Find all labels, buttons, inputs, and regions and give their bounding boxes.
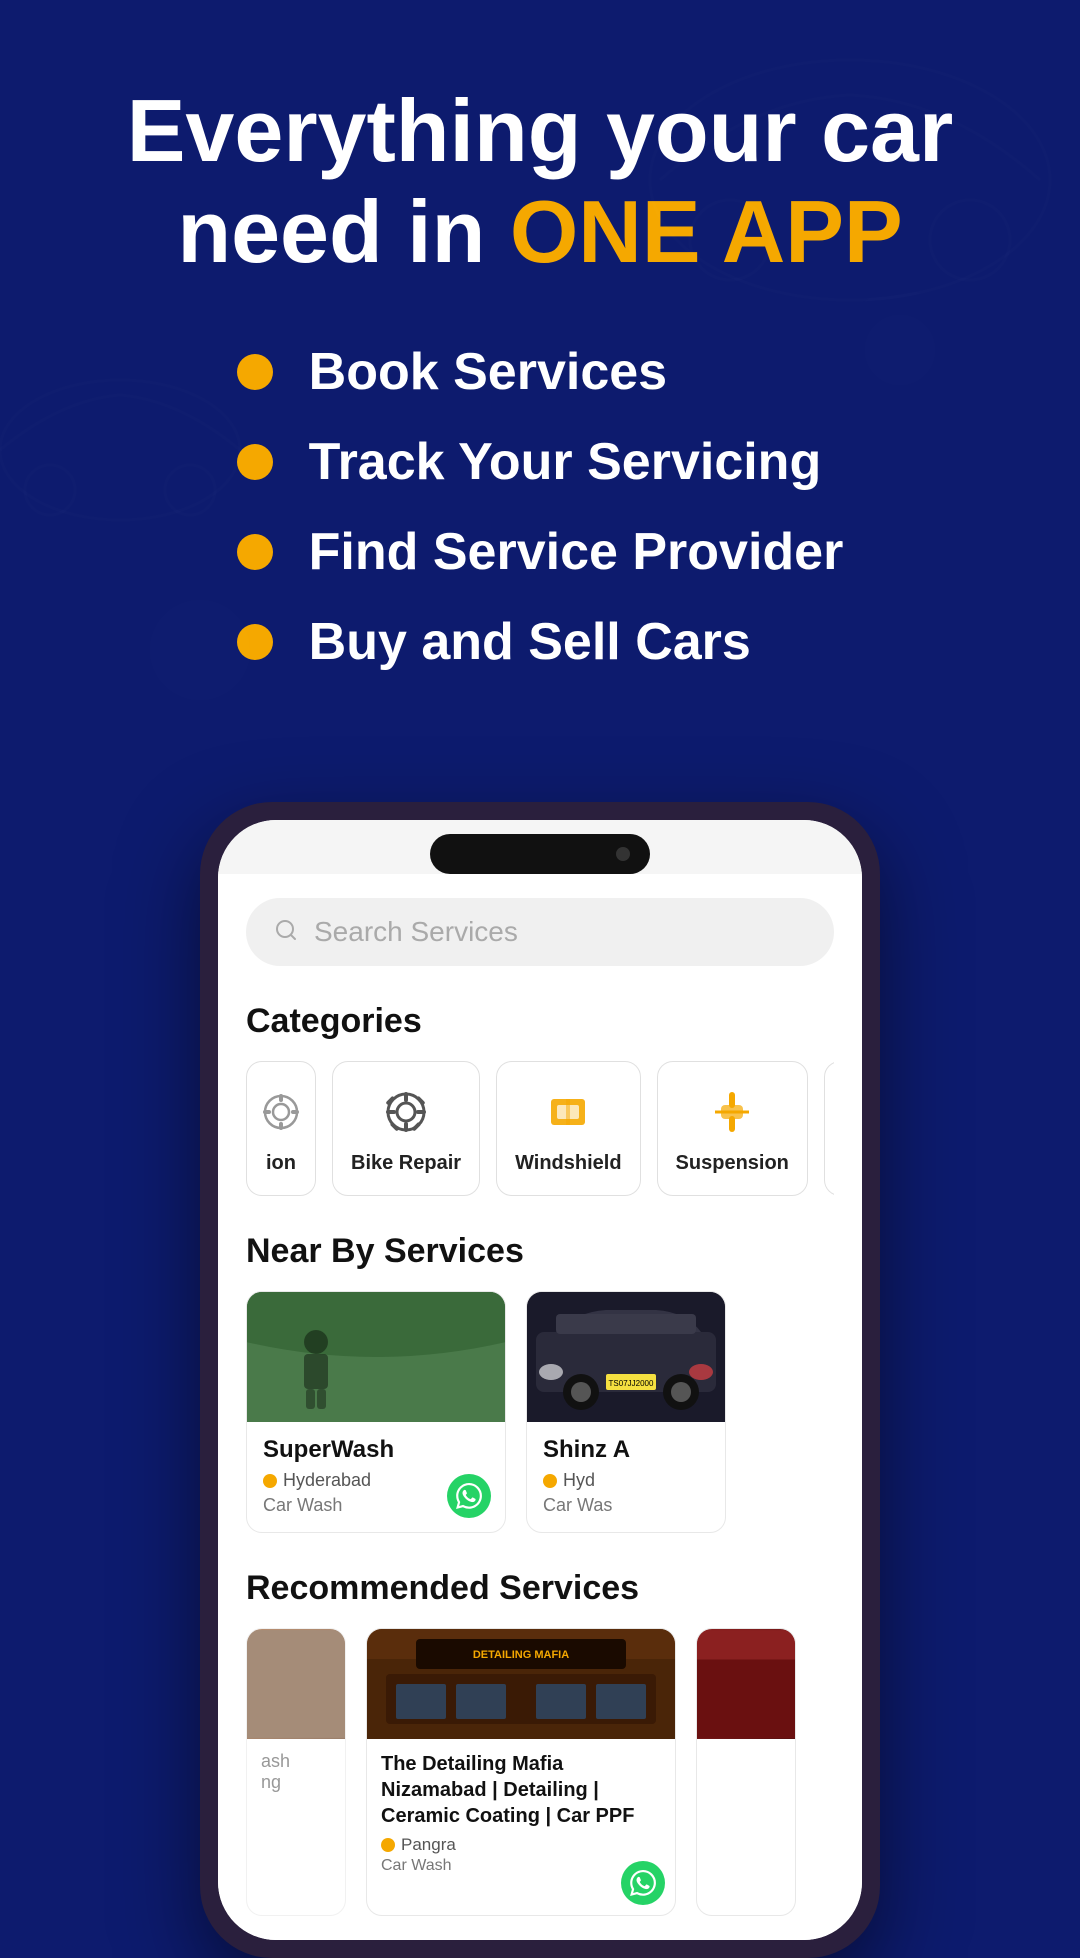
service-card-type-shinz: Car Was bbox=[543, 1495, 709, 1516]
feature-item-2: Track Your Servicing bbox=[237, 432, 844, 492]
category-label-partial: ion bbox=[266, 1152, 296, 1175]
rec-card-location-detailing: Pangra bbox=[381, 1835, 661, 1855]
service-card-body-shinz: Shinz A Hyd Car Was bbox=[527, 1422, 725, 1532]
search-placeholder: Search Services bbox=[314, 916, 518, 948]
rec-card-type-detailing: Car Wash bbox=[381, 1857, 661, 1875]
rec-card-img-right bbox=[697, 1629, 795, 1739]
rec-card-partial-right[interactable] bbox=[696, 1628, 796, 1916]
category-tyres[interactable]: Tyres bbox=[824, 1061, 834, 1196]
category-partial[interactable]: ion bbox=[246, 1061, 316, 1196]
service-card-name-shinz: Shinz A bbox=[543, 1436, 709, 1464]
recommended-row: ashng D bbox=[246, 1628, 834, 1916]
rec-card-name-detailing: The Detailing Mafia Nizamabad | Detailin… bbox=[381, 1751, 661, 1829]
hero-title: Everything your car need in ONE APP bbox=[60, 80, 1020, 282]
rec-card-img-detailing: DETAILING MAFIA bbox=[367, 1629, 675, 1739]
search-bar[interactable]: Search Services bbox=[246, 898, 834, 966]
rec-card-img-partial bbox=[247, 1629, 345, 1739]
bullet-icon bbox=[237, 444, 273, 480]
service-card-location-shinz: Hyd bbox=[543, 1470, 709, 1491]
service-card-image-shinz: TS07JJ2000 bbox=[527, 1292, 725, 1422]
app-content: Search Services Categories bbox=[218, 874, 862, 1940]
feature-item-1: Book Services bbox=[237, 342, 844, 402]
category-bike-repair[interactable]: Bike Repair bbox=[332, 1061, 480, 1196]
hero-section: Everything your car need in ONE APP Book… bbox=[0, 0, 1080, 742]
bullet-icon bbox=[237, 534, 273, 570]
nearby-title: Near By Services bbox=[246, 1232, 834, 1271]
gear-icon bbox=[376, 1082, 436, 1142]
category-icon-partial bbox=[251, 1082, 311, 1142]
location-icon bbox=[263, 1474, 277, 1488]
feature-item-4: Buy and Sell Cars bbox=[237, 612, 844, 672]
service-card-image-superwash bbox=[247, 1292, 505, 1422]
category-label-bike-repair: Bike Repair bbox=[351, 1152, 461, 1175]
category-label-windshield: Windshield bbox=[515, 1152, 621, 1175]
rec-card-detailing[interactable]: DETAILING MAFIA The Detailing Mafia Niza… bbox=[366, 1628, 676, 1916]
phone-mockup: Search Services Categories bbox=[200, 802, 880, 1958]
rec-card-partial[interactable]: ashng bbox=[246, 1628, 346, 1916]
phone-screen: Search Services Categories bbox=[218, 820, 862, 1940]
category-windshield[interactable]: Windshield bbox=[496, 1061, 640, 1196]
categories-row: ion bbox=[246, 1061, 834, 1196]
svg-text:DETAILING MAFIA: DETAILING MAFIA bbox=[473, 1649, 569, 1661]
windshield-icon bbox=[538, 1082, 598, 1142]
location-icon bbox=[381, 1838, 395, 1852]
service-card-superwash[interactable]: SuperWash Hyderabad Car Wash bbox=[246, 1291, 506, 1533]
location-icon bbox=[543, 1474, 557, 1488]
phone-container: Search Services Categories bbox=[0, 802, 1080, 1958]
bullet-icon bbox=[237, 624, 273, 660]
svg-text:TS07JJ2000: TS07JJ2000 bbox=[609, 1379, 654, 1388]
search-icon bbox=[274, 918, 298, 947]
recommended-title: Recommended Services bbox=[246, 1569, 834, 1608]
features-list: Book Services Track Your Servicing Find … bbox=[237, 342, 844, 702]
service-card-name-superwash: SuperWash bbox=[263, 1436, 489, 1464]
category-suspension[interactable]: Suspension bbox=[657, 1061, 808, 1196]
nearby-row: SuperWash Hyderabad Car Wash bbox=[246, 1291, 834, 1533]
phone-notch-bar bbox=[218, 820, 862, 874]
bullet-icon bbox=[237, 354, 273, 390]
camera-dot bbox=[616, 847, 630, 861]
category-label-suspension: Suspension bbox=[676, 1152, 789, 1175]
suspension-icon bbox=[702, 1082, 762, 1142]
categories-title: Categories bbox=[246, 1002, 834, 1041]
rec-card-body-partial: ashng bbox=[247, 1739, 345, 1833]
service-card-shinz[interactable]: TS07JJ2000 Shinz A Hyd Car Was bbox=[526, 1291, 726, 1533]
phone-notch bbox=[430, 834, 650, 874]
feature-item-3: Find Service Provider bbox=[237, 522, 844, 582]
